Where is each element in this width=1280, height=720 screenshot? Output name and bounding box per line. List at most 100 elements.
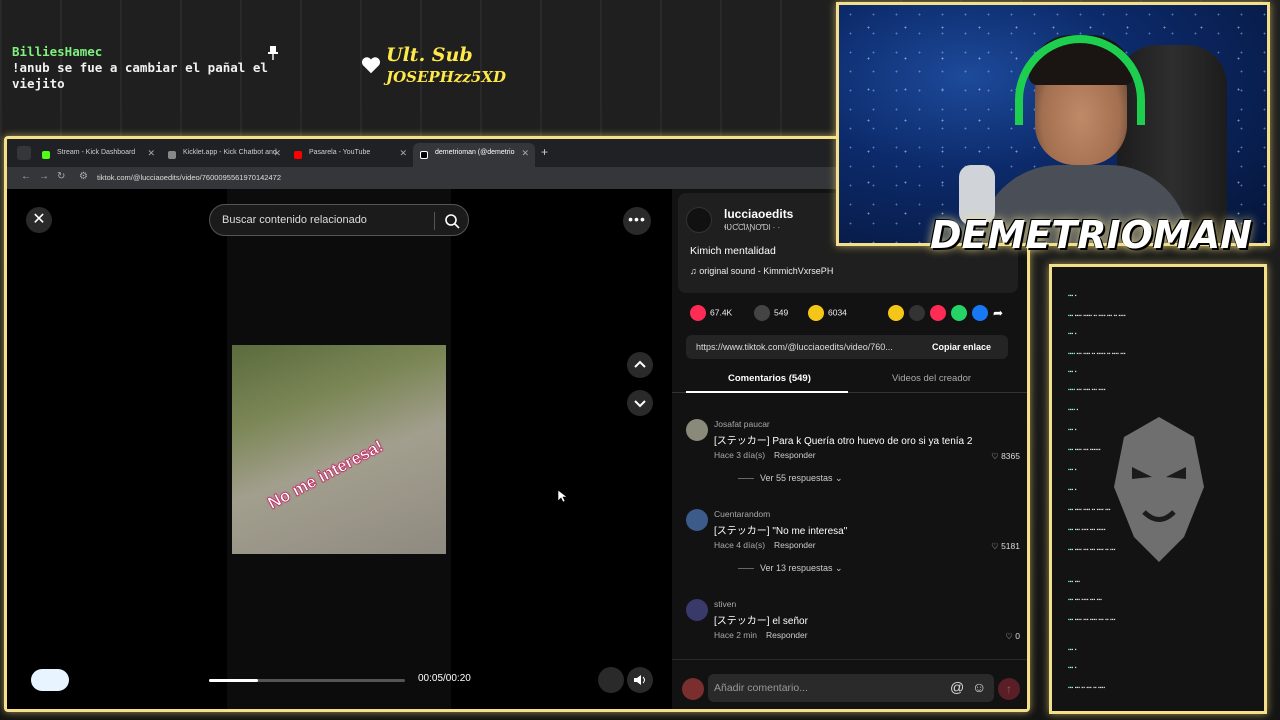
close-icon[interactable]: ✕: [273, 148, 281, 159]
search-divider: [434, 212, 435, 230]
commenter-avatar[interactable]: [686, 599, 708, 621]
send-icon[interactable]: [930, 305, 946, 321]
active-tab-indicator: [686, 391, 848, 393]
comment-text: [ステッカー] el señor: [714, 616, 808, 627]
tab-kicklet[interactable]: Kicklet.app - Kick Chatbot and ✕: [161, 143, 287, 167]
chat-line: ▪▪▪ ▪: [1068, 647, 1077, 653]
tab-comments[interactable]: Comentarios (549): [728, 373, 811, 384]
commenter-avatar[interactable]: [686, 419, 708, 441]
commenter-name[interactable]: Cuentarandom: [714, 509, 770, 519]
close-icon[interactable]: ✕: [521, 148, 529, 159]
next-video-button[interactable]: [627, 390, 653, 416]
chat-line: ▪▪▪ ▪: [1068, 467, 1077, 473]
save-button[interactable]: 6034: [808, 305, 847, 321]
author-name[interactable]: lucciaoedits: [724, 207, 793, 221]
autoscroll-toggle[interactable]: [31, 669, 69, 691]
mention-icon[interactable]: @: [950, 679, 964, 695]
chat-line: ▪▪▪ ▪: [1068, 331, 1077, 337]
video-player: ✕ Buscar contenido relacionado ••• No me…: [7, 189, 672, 709]
search-icon[interactable]: [444, 213, 460, 229]
back-icon[interactable]: ←: [21, 171, 31, 182]
like-button[interactable]: 67.4K: [690, 305, 732, 321]
site-info-icon[interactable]: ⚙: [79, 171, 88, 182]
reload-icon[interactable]: ↻: [57, 171, 65, 182]
search-input[interactable]: Buscar contenido relacionado: [222, 214, 367, 226]
kick-icon: [42, 151, 50, 159]
comment-likes[interactable]: ♡ 5181: [991, 541, 1020, 552]
share-arrow-icon[interactable]: ➦: [993, 305, 1009, 321]
chat-line: ▪▪▪ ▪: [1068, 293, 1077, 299]
comment-likes[interactable]: ♡ 0: [1005, 631, 1020, 642]
video-progress-bar[interactable]: [209, 679, 405, 682]
comment-item: Josafat paucar [ステッカー] Para k Quería otr…: [686, 419, 1026, 495]
comment-button[interactable]: 549: [754, 305, 788, 321]
pip-button[interactable]: [598, 667, 624, 693]
comment-text: [ステッカー] "No me interesa": [714, 526, 848, 537]
side-panel: lucciaoedits ɬƲƇƇƖƛƝƠƊƖ · · Kimich menta…: [672, 189, 1027, 709]
like-count: 67.4K: [710, 307, 733, 318]
tab-creator-videos[interactable]: Videos del creador: [892, 373, 971, 384]
commenter-name[interactable]: stiven: [714, 599, 736, 609]
reply-button[interactable]: Responder: [774, 540, 816, 550]
close-icon[interactable]: ✕: [147, 148, 155, 159]
search-box[interactable]: Buscar contenido relacionado: [209, 204, 469, 236]
comment-input[interactable]: Añadir comentario... @ ☺: [708, 674, 994, 702]
whatsapp-icon[interactable]: [951, 305, 967, 321]
repost-icon[interactable]: [888, 305, 904, 321]
chat-line: ▪▪▪ ▪: [1068, 427, 1077, 433]
chat-line: ▪▪▪ ▪▪▪▪ ▪▪▪▪ ▪▪ ▪▪▪▪ ▪▪▪: [1068, 507, 1111, 513]
close-icon[interactable]: ✕: [399, 148, 407, 159]
post-sound[interactable]: ♫ original sound - KimmichVxrsePH: [690, 266, 833, 276]
previous-video-button[interactable]: [627, 352, 653, 378]
view-replies-label: Ver 55 respuestas: [760, 473, 833, 483]
chat-line: ▪▪▪ ▪: [1068, 665, 1077, 671]
view-replies-button[interactable]: Ver 13 respuestas ⌄: [738, 563, 843, 574]
stream-overlay: BilliesHamec !anub se fue a cambiar el p…: [0, 0, 1280, 720]
close-button[interactable]: ✕: [26, 207, 52, 233]
author-avatar[interactable]: [686, 207, 712, 233]
embed-icon[interactable]: [909, 305, 925, 321]
youtube-icon: [294, 151, 302, 159]
heart-icon: [361, 57, 381, 74]
last-sub-widget: Ult. Sub JOSEPHzz5XD: [360, 44, 506, 92]
last-sub-name: JOSEPHzz5XD: [386, 68, 506, 86]
volume-button[interactable]: [627, 667, 653, 693]
commenter-avatar[interactable]: [686, 509, 708, 531]
tab-youtube[interactable]: Pasarela - YouTube ✕: [287, 143, 413, 167]
comment-icon: [754, 305, 770, 321]
chat-line: ▪▪▪ ▪▪▪▪ ▪▪▪ ▪▪▪▪▪▪: [1068, 447, 1101, 453]
url-field[interactable]: tiktok.com/@lucciaoedits/video/760009556…: [97, 173, 281, 182]
tab-kick-dashboard[interactable]: Stream - Kick Dashboard ✕: [35, 143, 161, 167]
chat-line: ▪▪▪▪ ▪: [1068, 407, 1079, 413]
emoji-icon[interactable]: ☺: [972, 679, 986, 695]
commenter-name[interactable]: Josafat paucar: [714, 419, 770, 429]
pin-icon: [268, 46, 278, 60]
reply-button[interactable]: Responder: [766, 630, 808, 640]
copy-link-button[interactable]: Copiar enlace: [932, 342, 991, 352]
comment-time: Hace 3 día(s): [714, 450, 766, 460]
new-tab-button[interactable]: +: [541, 145, 548, 159]
chat-line: ▪▪▪ ▪▪▪▪ ▪▪▪▪▪ ▪▪ ▪▪▪▪ ▪▪▪ ▪▪ ▪▪▪▪: [1068, 313, 1126, 319]
send-comment-button[interactable]: ↑: [998, 678, 1020, 700]
comment-composer: Añadir comentario... @ ☺ ↑: [672, 659, 1027, 709]
chevron-up-icon: [634, 360, 646, 368]
chat-line: ▪▪▪▪ ▪▪▪ ▪▪▪▪ ▪▪▪ ▪▪▪▪: [1068, 387, 1106, 393]
user-avatar: [682, 678, 704, 700]
chat-line: ▪▪▪ ▪: [1068, 487, 1077, 493]
tiktok-page: ✕ Buscar contenido relacionado ••• No me…: [7, 189, 1027, 709]
tab-tiktok[interactable]: demetrioman (@demetrio ✕: [413, 143, 535, 167]
tab-label: demetrioman (@demetrio: [435, 149, 515, 156]
view-replies-button[interactable]: Ver 55 respuestas ⌄: [738, 473, 843, 484]
view-replies-label: Ver 13 respuestas: [760, 563, 833, 573]
video-frame[interactable]: No me interesa!: [232, 345, 446, 554]
reply-button[interactable]: Responder: [774, 450, 816, 460]
tab-search-button[interactable]: [17, 146, 31, 160]
facebook-icon[interactable]: [972, 305, 988, 321]
comment-time: Hace 2 min: [714, 630, 757, 640]
comment-likes[interactable]: ♡ 8365: [991, 451, 1020, 462]
more-options-button[interactable]: •••: [623, 207, 651, 235]
panel-tabs: Comentarios (549) Videos del creador: [672, 365, 1027, 393]
kicklet-icon: [168, 151, 176, 159]
action-bar: 67.4K 549 6034 ➦: [678, 299, 1018, 329]
forward-icon[interactable]: →: [39, 171, 49, 182]
